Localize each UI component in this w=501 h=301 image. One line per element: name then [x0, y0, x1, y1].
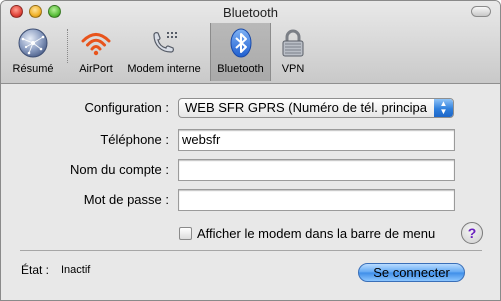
toolbar-toggle-button[interactable]	[471, 6, 491, 17]
network-globe-icon	[18, 28, 48, 58]
toolbar-item-label: VPN	[281, 63, 305, 75]
divider	[20, 250, 482, 251]
title-bar: Bluetooth	[1, 1, 500, 23]
toolbar-item-label: Bluetooth	[217, 63, 264, 75]
toolbar-item-label: Résumé	[12, 63, 54, 75]
telephone-label: Téléphone :	[100, 132, 169, 147]
configuration-label: Configuration :	[84, 100, 169, 115]
configuration-select[interactable]: WEB SFR GPRS (Numéro de tél. principa ▲ ▼	[178, 98, 454, 118]
toolbar-item-vpn[interactable]: VPN	[272, 23, 314, 81]
telephone-field[interactable]: websfr	[178, 129, 455, 151]
status-value: Inactif	[61, 264, 91, 276]
password-label: Mot de passe :	[83, 192, 169, 207]
toolbar-item-resume[interactable]: Résumé	[1, 23, 65, 81]
toolbar-item-label: Modem interne	[127, 63, 201, 75]
configuration-value: WEB SFR GPRS (Numéro de tél. principa	[185, 100, 428, 115]
airport-wifi-icon	[81, 33, 111, 56]
connect-button[interactable]: Se connecter	[358, 263, 465, 282]
toolbar-separator	[67, 29, 68, 63]
toolbar: Bluetooth Résumé AirPort Modem interne B…	[1, 1, 500, 84]
window-title: Bluetooth	[223, 5, 278, 20]
account-name-field[interactable]	[178, 159, 455, 181]
status-label: État :	[21, 263, 50, 277]
show-modem-label[interactable]: Afficher le modem dans la barre de menu	[197, 226, 435, 241]
password-field[interactable]	[178, 189, 455, 211]
toolbar-item-airport[interactable]: AirPort	[71, 23, 121, 81]
account-name-label: Nom du compte :	[70, 162, 169, 177]
toolbar-item-internal-modem[interactable]: Modem interne	[122, 23, 206, 81]
preferences-window: Bluetooth Résumé AirPort Modem interne B…	[0, 0, 501, 301]
bluetooth-icon	[230, 28, 251, 58]
toolbar-item-bluetooth[interactable]: Bluetooth	[210, 23, 271, 81]
toolbar-item-label: AirPort	[79, 63, 113, 75]
vpn-lock-icon	[282, 29, 304, 57]
popup-arrows-icon: ▲ ▼	[434, 99, 453, 117]
show-modem-checkbox[interactable]	[179, 227, 192, 240]
help-button[interactable]: ?	[461, 222, 483, 244]
modem-phone-icon	[153, 32, 177, 53]
